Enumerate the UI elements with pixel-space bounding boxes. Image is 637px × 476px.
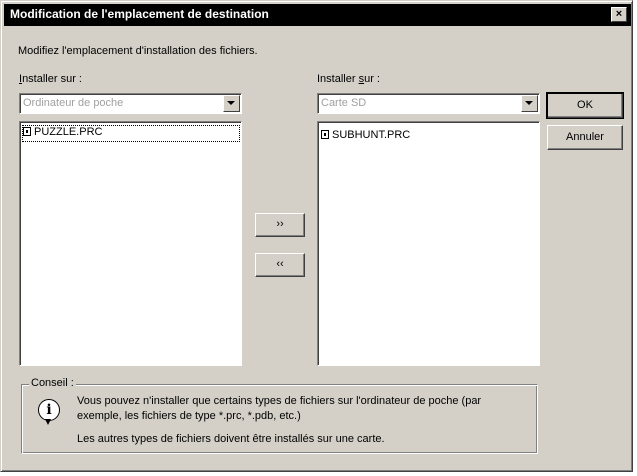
instructions-text: Modifiez l'emplacement d'installation de… [18,45,258,57]
cancel-label: Annuler [566,131,604,143]
title-bar[interactable]: Modification de l'emplacement de destina… [4,4,631,26]
file-icon [23,126,31,136]
ok-label: OK [577,99,593,111]
left-label-rest: nstaller sur : [22,73,82,85]
move-right-label: ›› [276,218,284,230]
right-label-pre: Installer [317,73,359,85]
right-file-list[interactable]: SUBHUNT.PRC [317,121,540,366]
right-label-rest: ur : [364,73,380,85]
dialog-window: Modification de l'emplacement de destina… [0,0,633,472]
left-location-value: Ordinateur de poche [23,97,124,109]
file-name: PUZZLE.PRC [34,126,103,139]
tip-line-2: exemple, les fichiers de type *.prc, *.p… [77,410,301,422]
right-location-value: Carte SD [321,97,367,109]
close-icon: × [615,8,623,20]
ok-button[interactable]: OK [546,92,624,119]
left-location-combo[interactable]: Ordinateur de poche [19,93,242,114]
left-file-list[interactable]: PUZZLE.PRC [19,121,242,366]
info-icon: i [38,399,60,421]
list-item[interactable]: SUBHUNT.PRC [321,129,414,144]
dropdown-arrow-icon[interactable] [223,95,240,112]
left-install-label: Installer sur : [19,73,82,85]
move-right-button[interactable]: ›› [255,213,305,237]
list-item[interactable]: PUZZLE.PRC [22,125,240,142]
close-button[interactable]: × [611,7,627,22]
info-icon-tail [45,419,51,425]
move-left-button[interactable]: ‹‹ [255,253,305,277]
tip-legend: Conseil : [29,377,76,389]
right-location-combo[interactable]: Carte SD [317,93,540,114]
file-name: SUBHUNT.PRC [332,129,411,142]
cancel-button[interactable]: Annuler [547,125,623,150]
tip-line-3: Les autres types de fichiers doivent êtr… [77,433,385,445]
tip-line-1: Vous pouvez n'installer que certains typ… [77,395,482,407]
move-left-label: ‹‹ [276,258,284,270]
dropdown-arrow-icon[interactable] [521,95,538,112]
file-icon [321,129,329,139]
dialog-title: Modification de l'emplacement de destina… [10,7,269,21]
right-install-label: Installer sur : [317,73,380,85]
